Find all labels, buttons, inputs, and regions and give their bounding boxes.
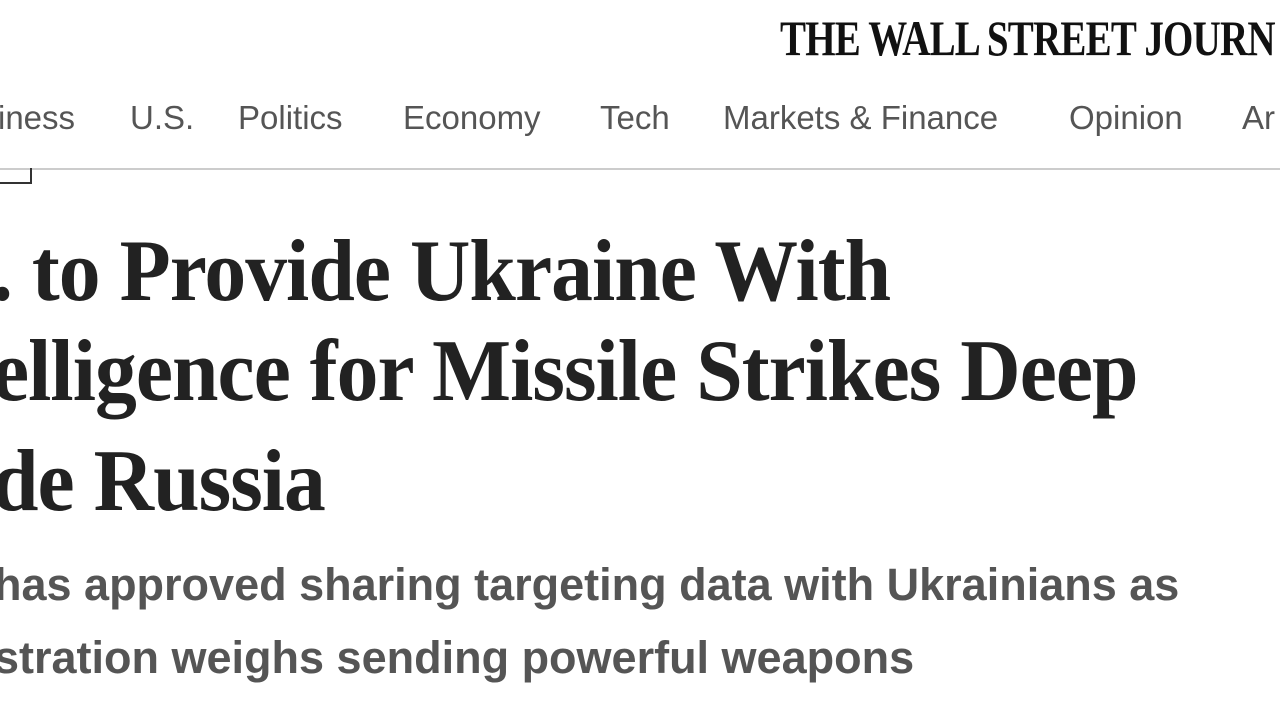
headline-line-3: de Russia [0, 433, 326, 530]
headline-line-1: . to Provide Ukraine With [0, 223, 891, 320]
dek-line-1: has approved sharing targeting data with… [0, 559, 1180, 610]
nav-divider [0, 168, 1280, 170]
headline-line-2: elligence for Missile Strikes Deep [0, 323, 1139, 420]
dek-line-2: stration weighs sending powerful weapons [0, 632, 915, 683]
nav-item-tech[interactable]: Tech [600, 98, 670, 138]
nav-item-arts[interactable]: Ar [1242, 98, 1275, 138]
nav-item-markets-finance[interactable]: Markets & Finance [723, 98, 998, 138]
section-nav: iness U.S. Politics Economy Tech Markets… [0, 92, 1280, 147]
nav-item-us[interactable]: U.S. [130, 98, 194, 138]
site-masthead-logo[interactable]: THE WALL STREET JOURN [780, 8, 1276, 68]
nav-item-business[interactable]: iness [0, 98, 75, 138]
nav-active-tab-edge [0, 168, 32, 184]
nav-item-opinion[interactable]: Opinion [1069, 98, 1183, 138]
nav-item-economy[interactable]: Economy [403, 98, 541, 138]
nav-item-politics[interactable]: Politics [238, 98, 343, 138]
